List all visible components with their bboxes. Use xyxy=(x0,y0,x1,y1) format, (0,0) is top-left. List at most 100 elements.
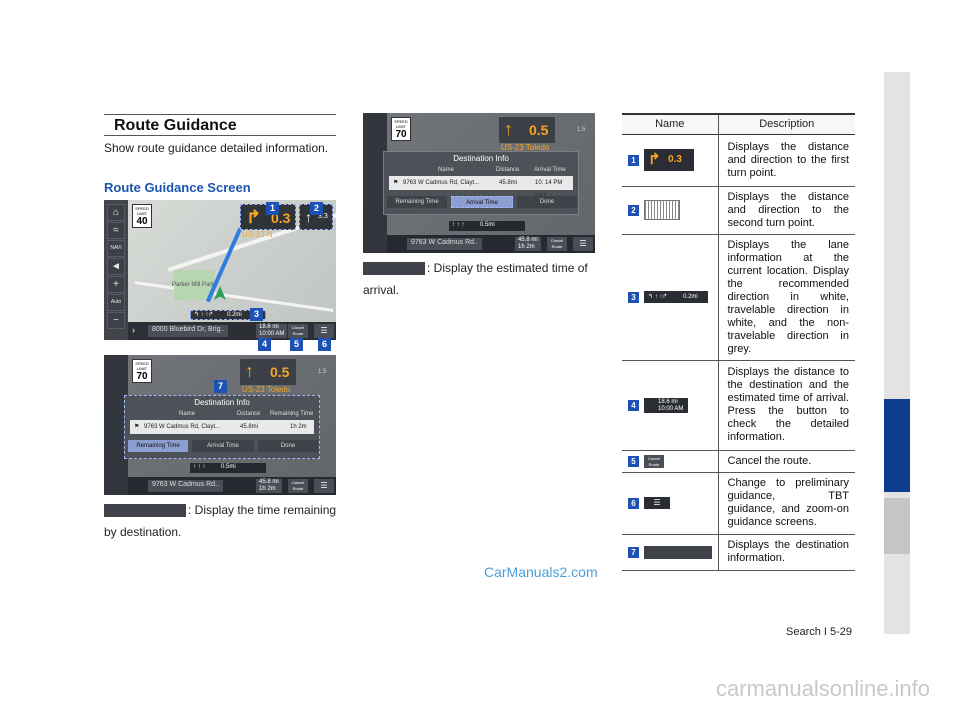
chapter-tab-rail xyxy=(884,72,910,634)
lane-guidance-box: ↑ ↑ ↑ 0.5mi xyxy=(449,221,525,231)
row-description: Displays the destination information. xyxy=(718,534,855,571)
row-number: 2 xyxy=(628,204,639,216)
marker-7: 7 xyxy=(214,380,227,393)
lane-thumbnail: ↰ ↑ ↑↱ 0.2mi xyxy=(644,291,708,303)
cancel-route-thumbnail: Cancel Route xyxy=(644,454,664,468)
remaining-time-button[interactable]: Remaining Time xyxy=(387,196,447,208)
road-label: US-23 Toledo xyxy=(242,385,291,394)
row-number: 4 xyxy=(628,399,639,411)
flag-icon: ⚑ xyxy=(134,424,140,430)
destination-info-screen-remaining: SPEED LIMIT 70 ↑ 0.5 US-23 Toledo 1.5 De… xyxy=(104,355,336,495)
guidance-menu-button[interactable]: ☰ xyxy=(314,479,334,493)
table-row: 6 ☰ Change to preliminary guidance, TBT … xyxy=(622,472,855,535)
row-description: Displays the distance to the destination… xyxy=(718,360,855,451)
marker-6: 6 xyxy=(318,338,331,351)
turn-right-arrow-icon: ↱ xyxy=(246,207,262,227)
arrival-time-button[interactable]: Arrival Time xyxy=(192,440,254,452)
eta-button[interactable]: 45.8 mi 1h 2m xyxy=(256,479,282,493)
first-turn-box: ↑ 0.5 xyxy=(240,359,296,385)
col-name: Name xyxy=(438,167,455,173)
arrival-time-button[interactable]: Arrival Time xyxy=(451,196,513,208)
table-row: 3 ↰ ↑ ↑↱ 0.2mi Displays the lane informa… xyxy=(622,234,855,361)
auto-zoom-button[interactable]: Auto xyxy=(107,294,125,311)
panel-title: Destination Info xyxy=(453,154,509,163)
col-distance: Distance xyxy=(237,411,261,417)
panel-title: Destination Info xyxy=(194,398,250,407)
destination-info-swatch xyxy=(644,545,712,559)
col-name: Name xyxy=(179,411,196,417)
eta-thumbnail: 18.6 mi 10:00 AM xyxy=(644,397,688,413)
destination-info-screen-arrival: SPEED LIMIT 70 ↑ 0.5 US-23 Toledo 1.5 De… xyxy=(363,113,595,253)
row-description: Change to preliminary guidance, TBT guid… xyxy=(718,472,855,535)
destination-address[interactable]: 8000 Bluebird Dr, Brig.. xyxy=(148,325,229,337)
row-description: Displays the lane information at the cur… xyxy=(718,234,855,361)
marker-1: 1 xyxy=(266,202,279,215)
destination-row[interactable]: ⚑ 9763 W Cadmus Rd, Clayt... 45.8mi 10: … xyxy=(389,176,573,200)
marker-2: 2 xyxy=(310,202,323,215)
page-footer: Search I 5-29 xyxy=(786,626,853,638)
guidance-menu-button[interactable]: ☰ xyxy=(314,324,334,338)
table-row: 2 Displays the distance and direction to… xyxy=(622,186,855,235)
home-button[interactable]: ⌂ xyxy=(107,204,125,221)
col-time: Arrival Time xyxy=(534,167,566,173)
table-row: 1 ↱ 0.3 Displays the distance and directi… xyxy=(622,134,855,187)
speed-limit-sign: SPEED LIMIT 70 xyxy=(391,117,411,141)
site-watermark: carmanualsonline.info xyxy=(716,676,931,701)
guidance-screen-map: Parker Mill Park ⌂ ≈ NAVI ◄ + Auto − SPE… xyxy=(104,200,336,340)
table-row: 7 Displays the destination information. xyxy=(622,534,855,571)
destination-row[interactable]: ⚑ 9763 W Cadmus Rd, Clayt... 45.8mi 1h 2… xyxy=(130,420,314,434)
subheading: Route Guidance Screen xyxy=(104,180,251,195)
volume-button[interactable]: ◄ xyxy=(107,258,125,275)
intro-text: Show route guidance detailed information… xyxy=(104,141,329,155)
second-turn-thumbnail xyxy=(644,200,680,220)
marker-4: 4 xyxy=(258,338,271,351)
row-number: 5 xyxy=(628,455,639,467)
table-row: 4 18.6 mi 10:00 AM Displays the distance … xyxy=(622,360,855,451)
chapter-tab-active xyxy=(884,399,910,492)
marker-3: 3 xyxy=(250,308,263,321)
cancel-route-button[interactable]: Cancel Route xyxy=(547,237,567,251)
eta-button[interactable]: 45.8 mi 1h 2m xyxy=(515,237,541,251)
header-name: Name xyxy=(622,113,719,135)
lane-guidance-box: ↑ ↑ ↑ 0.5mi xyxy=(190,463,266,473)
col-time: Remaining Time xyxy=(270,411,314,417)
row-description: Cancel the route. xyxy=(718,450,855,473)
bottom-bar: 9763 W Cadmus Rd.. 45.8 mi 1h 2m Cancel … xyxy=(128,477,336,495)
guidance-menu-button[interactable]: ☰ xyxy=(573,237,593,251)
zoom-out-button[interactable]: − xyxy=(107,312,125,329)
navi-button[interactable]: NAVI xyxy=(107,240,125,257)
turn-right-arrow-icon: ↱ xyxy=(648,151,661,168)
col-distance: Distance xyxy=(496,167,520,173)
speed-limit-sign: SPEED LIMIT 40 xyxy=(132,204,152,228)
header-description: Description xyxy=(718,113,855,135)
cancel-route-button[interactable]: Cancel Route xyxy=(288,479,308,493)
destination-info-panel: Destination Info Name Distance Remaining… xyxy=(124,395,320,459)
remaining-time-button[interactable]: Remaining Time xyxy=(128,440,188,452)
destination-address[interactable]: 9763 W Cadmus Rd.. xyxy=(407,238,482,250)
expand-chevron-icon[interactable]: › xyxy=(132,325,135,335)
straight-arrow-icon: ↑ xyxy=(504,119,513,139)
view-button[interactable]: ≈ xyxy=(107,222,125,239)
destination-info-panel: Destination Info Name Distance Arrival T… xyxy=(383,151,579,215)
row-number: 1 xyxy=(628,154,639,166)
straight-arrow-icon: ↑ xyxy=(245,361,254,381)
destination-address[interactable]: 9763 W Cadmus Rd.. xyxy=(148,480,223,492)
first-turn-thumbnail: ↱ 0.3 xyxy=(644,149,694,171)
done-button[interactable]: Done xyxy=(258,440,318,452)
bottom-bar: 9763 W Cadmus Rd.. 45.8 mi 1h 2m Cancel … xyxy=(387,235,595,253)
chapter-tab-next xyxy=(884,498,910,554)
row-description: Displays the distance and direction to t… xyxy=(718,186,855,235)
row-number: 6 xyxy=(628,497,639,509)
flag-icon: ⚑ xyxy=(393,180,399,186)
zoom-in-button[interactable]: + xyxy=(107,276,125,293)
caption-remaining: : Display the time remaining by destinat… xyxy=(104,503,337,539)
table-row: 5 Cancel Route Cancel the route. xyxy=(622,450,855,473)
next-turn-distance: 1.5 xyxy=(318,369,327,375)
road-label: US-23 N xyxy=(242,230,273,239)
speed-limit-sign: SPEED LIMIT 70 xyxy=(132,359,152,383)
row-description: Displays the distance and direction to t… xyxy=(718,134,855,187)
poi-label: Parker Mill Park xyxy=(172,282,215,288)
eta-button[interactable]: 18.6 mi 10:00 AM xyxy=(256,324,288,338)
done-button[interactable]: Done xyxy=(517,196,577,208)
cancel-route-button[interactable]: Cancel Route xyxy=(288,324,308,338)
